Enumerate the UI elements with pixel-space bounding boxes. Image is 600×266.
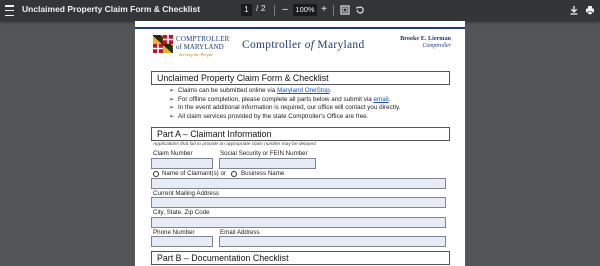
logo-tagline: Serving the People bbox=[179, 52, 213, 57]
official-role: Comptroller bbox=[422, 43, 451, 49]
zoom-level-input[interactable]: 100% bbox=[293, 4, 317, 16]
mailing-address-label: Current Mailing Address bbox=[153, 190, 220, 197]
hamburger-menu-icon[interactable] bbox=[5, 5, 14, 16]
claim-number-label: Claim Number bbox=[153, 150, 193, 157]
rotate-icon[interactable] bbox=[355, 5, 365, 19]
ssn-fein-field[interactable] bbox=[219, 158, 316, 169]
letterhead-rule bbox=[135, 27, 465, 29]
claimant-name-label: Name of Claimant(s) or bbox=[162, 170, 226, 177]
agency-title-state: Maryland bbox=[314, 39, 365, 51]
instructions-list: Claims can be submitted online via Maryl… bbox=[169, 87, 449, 121]
bullet-text: Claims can be submitted online via bbox=[178, 87, 278, 94]
business-name-label: Business Name bbox=[241, 170, 285, 177]
list-item: All claim services provided by the state… bbox=[169, 113, 449, 122]
document-title: Unclaimed Property Claim Form & Checklis… bbox=[22, 4, 201, 14]
zoom-in-button[interactable]: + bbox=[319, 3, 329, 17]
city-state-zip-label: City, State, Zip Code bbox=[153, 209, 210, 216]
claim-number-note: Applications that fail to provide an app… bbox=[153, 142, 317, 147]
form-heading: Unclaimed Property Claim Form & Checklis… bbox=[157, 73, 329, 83]
bullet-text: For offline completion, please complete … bbox=[178, 95, 374, 103]
pdf-toolbar: Unclaimed Property Claim Form & Checklis… bbox=[0, 0, 600, 21]
maryland-flag-icon bbox=[153, 35, 173, 53]
ssn-fein-label: Social Security or FEIN Number bbox=[220, 150, 308, 157]
part-b-heading-box: Part B – Documentation Checklist bbox=[151, 251, 450, 265]
form-heading-box: Unclaimed Property Claim Form & Checklis… bbox=[151, 71, 450, 85]
city-state-zip-field[interactable] bbox=[151, 217, 446, 228]
logo-text-comptroller: COMPTROLLER bbox=[176, 35, 230, 43]
agency-title-main: Comptroller bbox=[242, 39, 305, 51]
phone-field[interactable] bbox=[151, 236, 213, 247]
list-item: In the event additional information is r… bbox=[169, 104, 449, 113]
claimant-name-radio[interactable] bbox=[153, 171, 159, 177]
part-a-heading: Part A – Claimant Information bbox=[157, 129, 272, 139]
pdf-page: COMPTROLLER of MARYLAND Serving the Peop… bbox=[135, 21, 465, 266]
bullet-text: . bbox=[329, 87, 332, 94]
print-icon[interactable] bbox=[585, 5, 595, 19]
official-name: Brooke E. Lierman bbox=[400, 35, 451, 42]
maryland-onestop-link[interactable]: Maryland OneStop bbox=[277, 87, 330, 94]
list-item: Claims can be submitted online via Maryl… bbox=[169, 87, 449, 96]
email-label: Email Address bbox=[220, 229, 260, 236]
business-name-radio[interactable] bbox=[231, 171, 237, 177]
bullet-text: . bbox=[388, 95, 391, 103]
part-b-heading: Part B – Documentation Checklist bbox=[157, 253, 289, 263]
download-icon[interactable] bbox=[569, 5, 579, 19]
email-link[interactable]: email bbox=[374, 96, 389, 103]
agency-title-of: of bbox=[304, 39, 315, 51]
page-separator: / bbox=[256, 4, 259, 13]
email-field[interactable] bbox=[219, 236, 446, 247]
agency-title: Comptroller of Maryland bbox=[242, 39, 365, 51]
claim-number-field[interactable] bbox=[151, 158, 213, 169]
fit-page-icon[interactable] bbox=[340, 5, 350, 19]
official-block: Brooke E. Lierman Comptroller bbox=[400, 35, 451, 49]
comptroller-logo: COMPTROLLER of MARYLAND Serving the Peop… bbox=[153, 33, 233, 59]
toolbar-divider bbox=[274, 5, 275, 16]
mailing-address-field[interactable] bbox=[151, 197, 446, 208]
claimant-name-field[interactable] bbox=[151, 178, 446, 189]
list-item: For offline completion, please complete … bbox=[169, 96, 449, 105]
logo-text-maryland: of MARYLAND bbox=[176, 43, 224, 51]
toolbar-divider bbox=[333, 5, 334, 16]
zoom-out-button[interactable]: – bbox=[280, 3, 290, 17]
current-page-input[interactable]: 1 bbox=[241, 4, 252, 16]
part-a-heading-box: Part A – Claimant Information bbox=[151, 127, 450, 141]
total-pages: 2 bbox=[261, 4, 266, 13]
phone-label: Phone Number bbox=[153, 229, 195, 236]
